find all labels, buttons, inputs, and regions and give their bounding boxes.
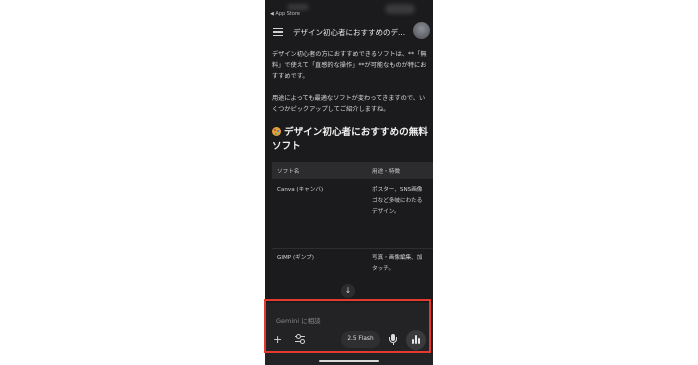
table-cell-desc-line: ポスター、SNS画像: [372, 187, 423, 193]
table-row-divider: [272, 248, 433, 249]
home-indicator: [319, 360, 379, 362]
avatar[interactable]: [413, 22, 430, 39]
table-cell-name: Canva (キャンバ): [277, 187, 324, 193]
prompt-input[interactable]: Gemini に相談: [276, 315, 321, 325]
tools-icon[interactable]: [295, 334, 305, 344]
table-cell-desc: 写真・画像編集、加 タッチ。: [372, 253, 433, 275]
table-cell-desc-line: 写真・画像編集、加: [372, 255, 423, 261]
scroll-down-button[interactable]: ↓: [341, 284, 355, 298]
microphone-icon[interactable]: [387, 333, 399, 347]
chat-title: デザイン初心者におすすめのデ...: [293, 28, 406, 37]
status-bar: ◀ App Store: [265, 0, 433, 20]
table-cell-name: GIMP (ギンプ): [277, 255, 314, 261]
response-paragraph-2: 用途によっても最適なソフトが変わってきますので、いくつかピックアップしてご紹介し…: [272, 95, 426, 113]
section-heading: デザイン初心者におすすめの無料ソフト: [272, 126, 432, 154]
table-header: ソフト名 用途・特徴: [272, 162, 433, 179]
response-paragraph-1: デザイン初心者の方におすすめできるソフトは、**「無料」で使えて「直感的な操作」…: [272, 51, 427, 80]
phone-screen: ◀ App Store デザイン初心者におすすめのデ... デザイン初心者の方に…: [265, 0, 433, 365]
section-heading-text: デザイン初心者におすすめの無料ソフト: [272, 127, 428, 152]
status-time-blur: [287, 4, 309, 10]
add-icon[interactable]: +: [273, 333, 282, 346]
arrow-down-icon: ↓: [344, 286, 352, 295]
menu-icon[interactable]: [273, 28, 283, 36]
status-icons-blur: [385, 4, 415, 14]
column-header-usage: 用途・特徴: [372, 169, 400, 175]
prompt-input-area: Gemini に相談 + 2.5 Flash: [265, 303, 433, 365]
live-mode-button[interactable]: [406, 330, 426, 350]
software-table: ソフト名 用途・特徴 Canva (キャンバ) ポスター、SNS画像 ゴなど多岐…: [272, 162, 433, 302]
table-cell-desc-line: タッチ。: [372, 266, 395, 272]
back-to-app-store-link[interactable]: ◀ App Store: [270, 11, 300, 17]
column-header-name: ソフト名: [277, 169, 300, 175]
top-bar: デザイン初心者におすすめのデ...: [265, 20, 433, 44]
table-cell-desc-line: ゴなど多岐にわたる: [372, 198, 423, 204]
table-cell-desc-line: デザイン。: [372, 209, 400, 215]
palette-icon: [272, 127, 281, 136]
model-selector-button[interactable]: 2.5 Flash: [341, 331, 380, 348]
table-cell-desc: ポスター、SNS画像 ゴなど多岐にわたる デザイン。: [372, 185, 433, 218]
